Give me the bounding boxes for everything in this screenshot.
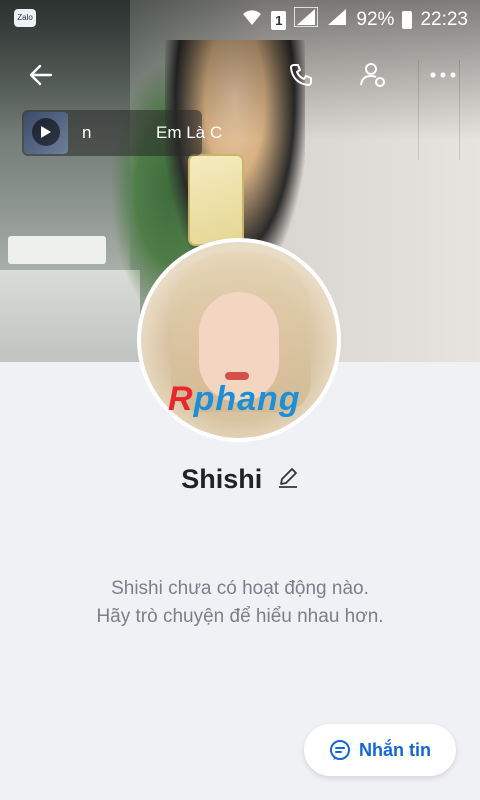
profile-music-chip[interactable]: n Em Là C bbox=[22, 110, 222, 156]
empty-activity-message: Shishi chưa có hoạt động nào. Hãy trò ch… bbox=[0, 575, 480, 631]
clock: 22:23 bbox=[420, 9, 468, 30]
wifi-icon bbox=[241, 7, 263, 33]
empty-line-1: Shishi chưa có hoạt động nào. bbox=[111, 578, 369, 599]
avatar-lips bbox=[225, 372, 249, 380]
profile-name: Shishi bbox=[181, 464, 263, 494]
app-notification-icon: Zalo bbox=[14, 9, 36, 27]
message-button-label: Nhắn tin bbox=[359, 739, 431, 760]
more-icon[interactable] bbox=[420, 52, 466, 98]
battery-percent: 92% bbox=[356, 9, 395, 30]
music-title: Em Là C bbox=[156, 123, 223, 142]
watermark-logo: Rphang bbox=[168, 380, 301, 419]
status-bar: Zalo 1 92% 22:23 bbox=[0, 0, 480, 40]
chat-bubble-icon bbox=[330, 740, 350, 760]
music-title-start: n bbox=[82, 123, 92, 142]
back-arrow-icon[interactable] bbox=[18, 52, 64, 98]
cover-table bbox=[8, 236, 106, 264]
sim-slot-badge: 1 bbox=[271, 10, 287, 30]
top-navigation bbox=[0, 52, 480, 98]
battery-icon bbox=[402, 11, 413, 29]
cover-phone bbox=[188, 154, 244, 246]
pencil-icon[interactable] bbox=[277, 466, 299, 493]
message-button[interactable]: Nhắn tin bbox=[304, 724, 456, 776]
empty-line-2: Hãy trò chuyện để hiểu nhau hơn. bbox=[96, 606, 384, 627]
profile-name-row: Shishi bbox=[0, 464, 480, 495]
user-settings-icon[interactable] bbox=[350, 52, 396, 98]
status-icons: 1 92% 22:23 bbox=[241, 6, 468, 33]
phone-icon[interactable] bbox=[278, 52, 324, 98]
watermark-rest: phang bbox=[193, 380, 301, 418]
signal-icon-2 bbox=[326, 7, 348, 33]
watermark-r: R bbox=[168, 380, 194, 418]
signal-icon bbox=[293, 6, 320, 33]
play-icon[interactable] bbox=[32, 118, 60, 146]
